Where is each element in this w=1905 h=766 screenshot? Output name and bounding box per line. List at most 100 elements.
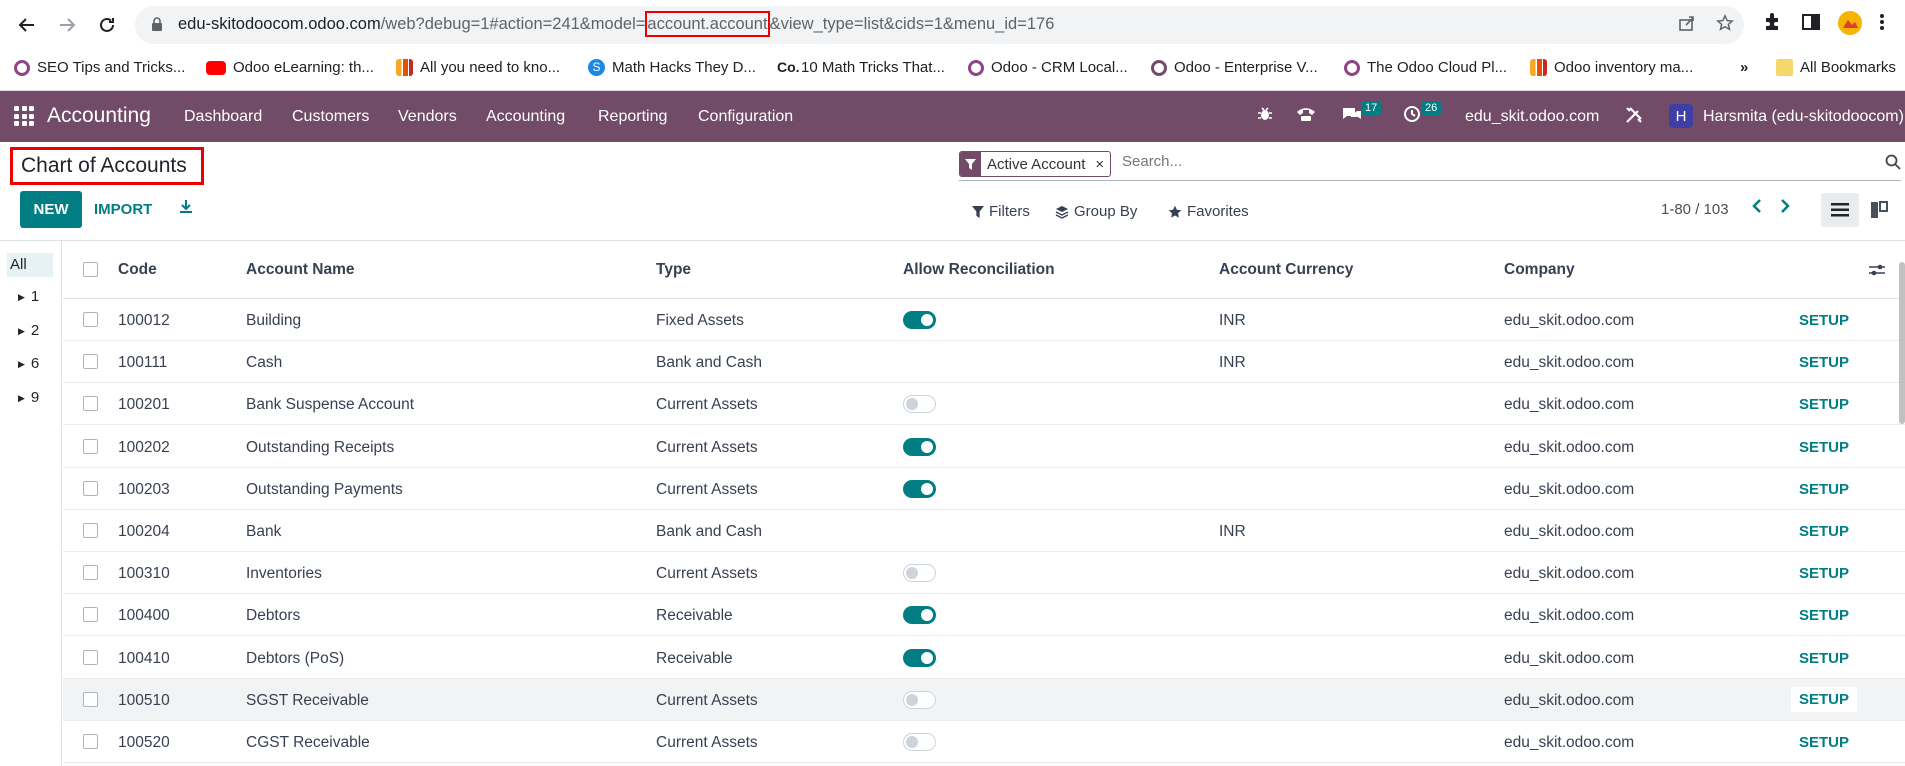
share-icon[interactable] (1678, 14, 1696, 37)
profile-avatar[interactable] (1837, 10, 1863, 36)
side-panel-icon[interactable] (1801, 12, 1821, 32)
setup-button[interactable]: SETUP (1799, 650, 1849, 667)
bookmark-item[interactable]: Co. 10 Math Tricks That... (777, 59, 945, 76)
bookmark-item[interactable]: Odoo inventory ma... (1530, 59, 1693, 76)
sidebar-item-9[interactable]: ▶ 9 (18, 389, 39, 406)
reconcile-toggle[interactable] (903, 479, 936, 498)
table-row[interactable]: 100201 Bank Suspense Account Current Asset… (63, 383, 1905, 426)
back-arrow-icon[interactable] (12, 10, 42, 40)
download-icon[interactable] (178, 199, 194, 220)
app-grid-icon[interactable] (14, 106, 34, 126)
group-by-button[interactable]: Group By (1055, 203, 1137, 220)
menu-customers[interactable]: Customers (292, 108, 369, 126)
bookmark-item[interactable]: All you need to kno... (396, 59, 560, 76)
row-checkbox[interactable] (83, 354, 98, 370)
tools-icon[interactable] (1624, 105, 1644, 130)
row-checkbox[interactable] (83, 734, 98, 749)
row-checkbox[interactable] (83, 396, 98, 412)
setup-button[interactable]: SETUP (1799, 312, 1849, 329)
row-checkbox[interactable] (83, 438, 98, 454)
row-checkbox[interactable] (83, 480, 98, 496)
column-header-allow-reconciliation[interactable]: Allow Reconciliation (903, 261, 1055, 279)
menu-accounting[interactable]: Accounting (486, 108, 565, 126)
setup-button[interactable]: SETUP (1799, 523, 1849, 540)
table-row[interactable]: 100400 Debtors Receivable edu_skit.odoo.com… (63, 594, 1905, 637)
reconcile-toggle[interactable] (903, 733, 936, 751)
kanban-view-icon[interactable] (1860, 193, 1898, 227)
table-row[interactable]: 100520 CGST Receivable Current Assets edu_s… (63, 721, 1905, 763)
setup-button[interactable]: SETUP (1799, 396, 1849, 413)
reconcile-toggle[interactable] (903, 648, 936, 667)
sidebar-item-all[interactable]: All (7, 253, 53, 277)
bookmark-item[interactable]: Odoo eLearning: th... (206, 59, 374, 76)
row-checkbox[interactable] (83, 523, 98, 538)
table-row[interactable]: 100012 Building Fixed Assets INR edu_skit.od… (63, 299, 1905, 341)
sidebar-item-6[interactable]: ▶ 6 (18, 355, 39, 372)
setup-button[interactable]: SETUP (1799, 565, 1849, 582)
table-row[interactable]: 100111 Cash Bank and Cash INR edu_skit.odoo.… (63, 341, 1905, 384)
column-header-type[interactable]: Type (656, 261, 691, 279)
app-brand[interactable]: Accounting (47, 104, 151, 128)
menu-configuration[interactable]: Configuration (698, 108, 793, 126)
bookmark-item[interactable]: The Odoo Cloud Pl... (1344, 59, 1507, 76)
search-icon[interactable] (1885, 154, 1901, 175)
row-checkbox[interactable] (83, 691, 98, 707)
scrollbar[interactable] (1899, 262, 1905, 424)
user-menu[interactable]: Harsmita (edu-skitodoocom) (1703, 108, 1904, 126)
sidebar-item-1[interactable]: ▶ 1 (18, 288, 39, 305)
bookmark-item[interactable]: SEO Tips and Tricks... (14, 59, 185, 76)
reconcile-toggle[interactable] (903, 606, 936, 625)
column-header-code[interactable]: Code (118, 261, 157, 279)
menu-reporting[interactable]: Reporting (598, 108, 667, 126)
new-button[interactable]: NEW (20, 191, 82, 228)
messages-icon[interactable] (1341, 105, 1363, 128)
column-header-account-name[interactable]: Account Name (246, 261, 355, 279)
phone-icon[interactable] (1295, 105, 1317, 128)
pager-previous-icon[interactable] (1751, 198, 1763, 219)
pager-value[interactable]: 1-80 / 103 (1661, 201, 1729, 218)
table-row[interactable]: 100203 Outstanding Payments Current Assets… (63, 468, 1905, 510)
sidebar-item-2[interactable]: ▶ 2 (18, 322, 39, 339)
facet-remove-icon[interactable]: × (1095, 156, 1104, 173)
table-row[interactable]: 100310 Inventories Current Assets edu_skit.… (63, 552, 1905, 595)
table-row[interactable]: 100510 SGST Receivable Current Assets edu_s… (63, 678, 1905, 721)
setup-button[interactable]: SETUP (1799, 354, 1849, 371)
bookmark-item[interactable]: Odoo - CRM Local... (968, 59, 1128, 76)
table-row[interactable]: 100204 Bank Bank and Cash INR edu_skit.odoo.… (63, 510, 1905, 552)
reconcile-toggle[interactable] (903, 311, 936, 329)
activities-clock-icon[interactable] (1403, 105, 1421, 128)
debug-bug-icon[interactable] (1256, 105, 1274, 128)
row-checkbox[interactable] (83, 607, 98, 623)
menu-dashboard[interactable]: Dashboard (184, 108, 262, 126)
select-all-checkbox[interactable] (83, 262, 98, 277)
bookmark-star-icon[interactable] (1716, 14, 1734, 37)
avatar[interactable]: H (1669, 104, 1693, 128)
extensions-icon[interactable] (1762, 12, 1782, 32)
forward-arrow-icon[interactable] (52, 10, 82, 40)
menu-vendors[interactable]: Vendors (398, 108, 457, 126)
column-header-company[interactable]: Company (1504, 261, 1575, 279)
browser-menu-icon[interactable] (1879, 12, 1885, 32)
all-bookmarks-button[interactable]: All Bookmarks (1776, 59, 1896, 76)
address-bar[interactable]: edu-skitodoocom.odoo.com/web?debug=1#act… (135, 6, 1744, 44)
reconcile-toggle[interactable] (903, 690, 936, 709)
setup-button[interactable]: SETUP (1791, 686, 1858, 712)
more-bookmarks-button[interactable]: » (1740, 59, 1748, 76)
column-header-account-currency[interactable]: Account Currency (1219, 261, 1353, 279)
search-input[interactable] (1122, 153, 1822, 170)
filters-button[interactable]: Filters (972, 203, 1030, 220)
row-checkbox[interactable] (83, 312, 98, 327)
setup-button[interactable]: SETUP (1799, 607, 1849, 624)
import-button[interactable]: IMPORT (94, 201, 152, 218)
setup-button[interactable]: SETUP (1799, 439, 1849, 456)
reconcile-toggle[interactable] (903, 395, 936, 414)
setup-button[interactable]: SETUP (1799, 734, 1849, 751)
reconcile-toggle[interactable] (903, 564, 936, 583)
company-switcher[interactable]: edu_skit.odoo.com (1465, 108, 1599, 126)
row-checkbox[interactable] (83, 649, 98, 665)
row-checkbox[interactable] (83, 565, 98, 581)
optional-columns-icon[interactable] (1869, 263, 1885, 281)
bookmark-item[interactable]: Odoo - Enterprise V... (1151, 59, 1318, 76)
favorites-button[interactable]: Favorites (1168, 203, 1249, 220)
table-row[interactable]: 100410 Debtors (PoS) Receivable edu_skit.od… (63, 637, 1905, 679)
